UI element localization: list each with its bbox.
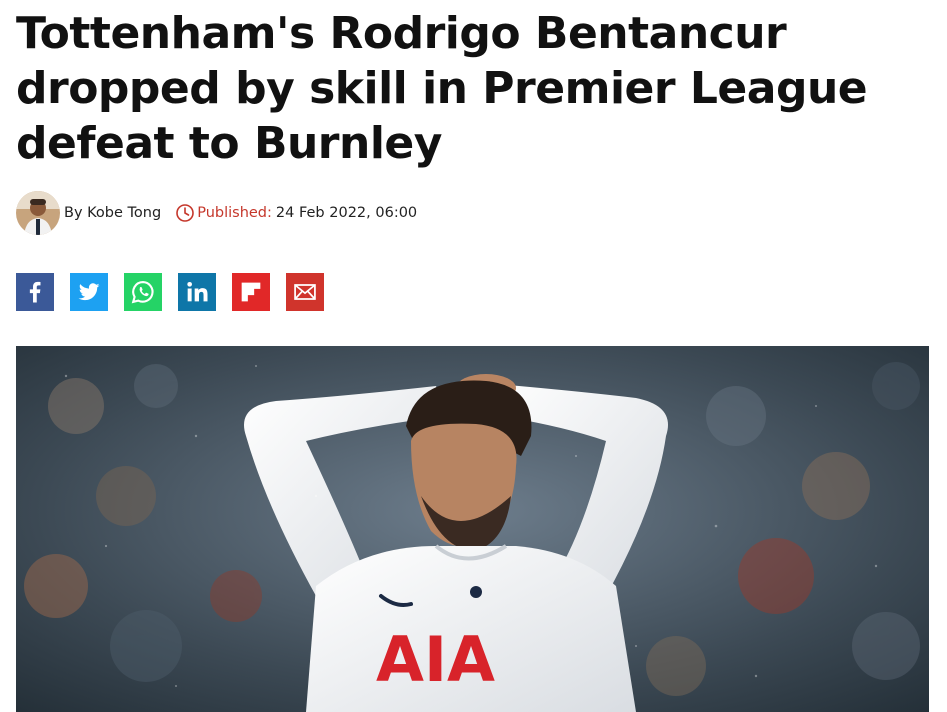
share-bar <box>16 273 340 311</box>
share-flipboard-button[interactable] <box>232 273 270 311</box>
share-whatsapp-button[interactable] <box>124 273 162 311</box>
byline-prefix: By <box>64 205 83 221</box>
flipboard-icon <box>241 282 261 302</box>
share-linkedin-button[interactable] <box>178 273 216 311</box>
article-headline: Tottenham's Rodrigo Bentancur dropped by… <box>16 8 868 169</box>
author-avatar[interactable] <box>16 191 60 235</box>
facebook-icon <box>29 281 41 303</box>
author-name[interactable]: Kobe Tong <box>87 205 161 221</box>
email-icon <box>294 284 316 300</box>
whatsapp-icon <box>131 281 154 304</box>
hero-image: AIA <box>16 346 929 712</box>
clock-icon <box>176 204 195 222</box>
published-info: Published: 24 Feb 2022, 06:00 <box>175 203 417 223</box>
published-label: Published: <box>197 205 272 221</box>
share-facebook-button[interactable] <box>16 273 54 311</box>
share-twitter-button[interactable] <box>70 273 108 311</box>
byline: By Kobe Tong Published: 24 Feb 2022, 06:… <box>16 190 417 236</box>
published-date: 24 Feb 2022, 06:00 <box>275 205 418 221</box>
linkedin-icon <box>187 281 208 302</box>
twitter-icon <box>78 283 100 301</box>
shirt-sponsor-text: AIA <box>376 623 495 696</box>
share-email-button[interactable] <box>286 273 324 311</box>
